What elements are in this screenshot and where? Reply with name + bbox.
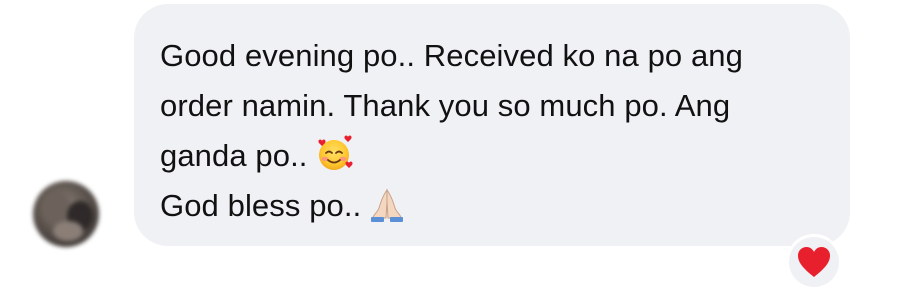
chat-screen: Good evening po.. Received ko na po ang … xyxy=(0,0,900,290)
message-line: ganda po.. xyxy=(160,138,308,173)
message-line-with-emoji: ganda po.. xyxy=(160,131,830,181)
message-text: Good evening po.. Received ko na po ang … xyxy=(160,31,830,231)
message-bubble[interactable]: Good evening po.. Received ko na po ang … xyxy=(134,4,850,246)
message-line-with-emoji: God bless po.. xyxy=(160,181,830,231)
red-heart-icon xyxy=(798,247,830,277)
folded-hands-icon xyxy=(367,184,407,239)
message-line: God bless po.. xyxy=(160,188,362,223)
avatar[interactable] xyxy=(33,181,99,247)
reaction-badge[interactable] xyxy=(786,234,842,290)
message-line: Good evening po.. Received ko na po ang xyxy=(160,38,743,73)
message-line: order namin. Thank you so much po. Ang xyxy=(160,88,731,123)
